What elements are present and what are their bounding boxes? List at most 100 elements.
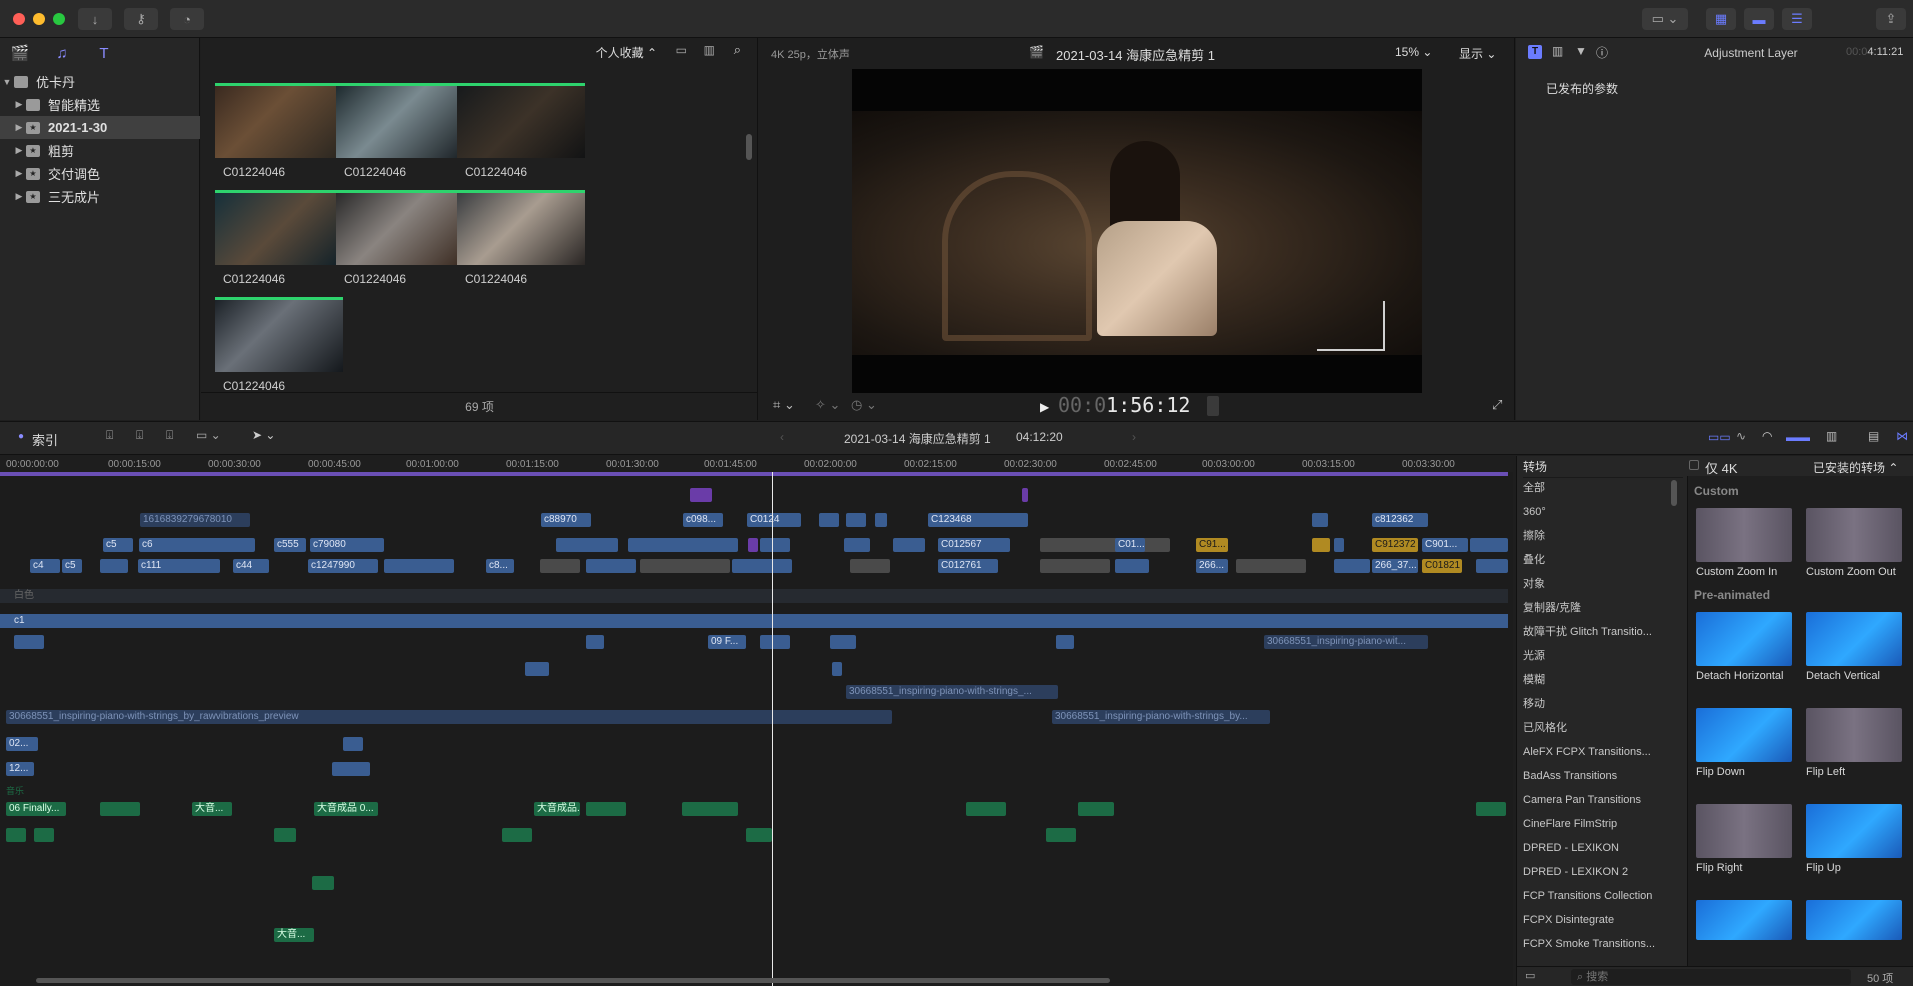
filter-inspector-icon[interactable]: ▼: [1575, 44, 1587, 58]
timeline-clip[interactable]: c1247990: [308, 559, 378, 573]
timeline-clip[interactable]: c8...: [486, 559, 514, 573]
timeline-clip[interactable]: [1312, 513, 1328, 527]
timeline-clip[interactable]: 30668551_inspiring-piano-wit...: [1264, 635, 1428, 649]
timeline-clip[interactable]: [832, 662, 842, 676]
sidebar-item-smart[interactable]: ▶ 智能精选: [0, 93, 200, 116]
overwrite-menu-icon[interactable]: ▭ ⌄: [196, 428, 221, 442]
insert-clip-icon[interactable]: ⍗: [136, 428, 143, 443]
timeline-clip[interactable]: [846, 513, 866, 527]
timeline-clip[interactable]: [1040, 538, 1170, 552]
audio-clip[interactable]: 大音成品...: [534, 802, 580, 816]
sidebar-item-grading[interactable]: ▶ ★ 交付调色: [0, 162, 200, 185]
timeline-clip[interactable]: C91...: [1196, 538, 1228, 552]
category-item[interactable]: FCP Transitions Collection: [1523, 884, 1683, 908]
category-item[interactable]: 复制器/克隆: [1523, 596, 1683, 620]
next-project-icon[interactable]: ›: [1132, 430, 1136, 444]
audio-clip[interactable]: [1046, 828, 1076, 842]
category-item[interactable]: 360°: [1523, 500, 1683, 524]
index-button[interactable]: 索引: [32, 430, 58, 449]
timeline-clip[interactable]: c812362: [1372, 513, 1428, 527]
browser-scrollbar[interactable]: [746, 134, 752, 160]
marker-clip[interactable]: [690, 488, 712, 502]
timeline-clip[interactable]: [1476, 559, 1508, 573]
only-4k-checkbox[interactable]: [1689, 460, 1699, 470]
category-item[interactable]: CineFlare FilmStrip: [1523, 812, 1683, 836]
audio-clip[interactable]: [746, 828, 772, 842]
fullscreen-button[interactable]: ⤢: [1492, 397, 1502, 413]
audio-clip[interactable]: 06 Finally...: [6, 802, 66, 816]
timeline-clip[interactable]: C012567: [938, 538, 1010, 552]
timeline-clip[interactable]: [586, 635, 604, 649]
timeline-clip[interactable]: [760, 635, 790, 649]
clip-thumbnail[interactable]: [336, 190, 464, 265]
connect-clip-icon[interactable]: ⍗: [106, 428, 113, 443]
audio-clip[interactable]: [274, 828, 296, 842]
show-browser-button[interactable]: ▦: [1706, 8, 1736, 30]
snapping-icon[interactable]: ▬▬: [1786, 430, 1810, 444]
transition-tile[interactable]: [1696, 612, 1792, 666]
audio-clip[interactable]: [502, 828, 532, 842]
transition-tile[interactable]: [1806, 900, 1902, 940]
transition-tile[interactable]: [1696, 900, 1792, 940]
filmstrip-icon[interactable]: ▥: [704, 43, 715, 57]
timeline-clip[interactable]: [332, 762, 370, 776]
timeline-clip[interactable]: 266_37...: [1372, 559, 1418, 573]
speed-menu[interactable]: ◷ ⌄: [851, 397, 877, 413]
disclosure-icon[interactable]: ▶: [12, 122, 26, 133]
headphones-icon[interactable]: ◠: [1762, 429, 1772, 443]
clip-thumbnail[interactable]: [215, 297, 343, 372]
music-clip[interactable]: 30668551_inspiring-piano-with-strings_..…: [846, 685, 1058, 699]
close-button[interactable]: [13, 13, 25, 25]
timeline-clip[interactable]: 02...: [6, 737, 38, 751]
music-clip[interactable]: 30668551_inspiring-piano-with-strings_by…: [1052, 710, 1270, 724]
timeline-clip[interactable]: [384, 559, 454, 573]
timeline-clip[interactable]: [830, 635, 856, 649]
timeline-clip[interactable]: c44: [233, 559, 269, 573]
timeline-clip[interactable]: C123468: [928, 513, 1028, 527]
transition-tile[interactable]: [1806, 804, 1902, 858]
clip-thumbnail[interactable]: [457, 190, 585, 265]
timeline-clip[interactable]: 12...: [6, 762, 34, 776]
timeline-clip[interactable]: [844, 538, 870, 552]
sidebar-item-event-2021-1-30[interactable]: ▶ ★ 2021-1-30: [0, 116, 200, 139]
audio-clip[interactable]: 大音...: [192, 802, 232, 816]
show-timeline-button[interactable]: ▬: [1744, 8, 1774, 30]
timeline-clip[interactable]: [14, 635, 44, 649]
timeline-clip[interactable]: c555: [274, 538, 306, 552]
audio-clip[interactable]: [682, 802, 738, 816]
sidebar-item-rough[interactable]: ▶ ★ 粗剪: [0, 139, 200, 162]
timeline-clip[interactable]: [850, 559, 890, 573]
audio-clip[interactable]: 大音...: [274, 928, 314, 942]
primary-storyline[interactable]: c1: [0, 614, 1508, 628]
audio-clip[interactable]: [586, 802, 626, 816]
timecode-display[interactable]: 00:01:56:12: [1058, 393, 1190, 417]
audio-meter-icon[interactable]: [1207, 396, 1219, 416]
disclosure-icon[interactable]: ▶: [12, 191, 26, 202]
timeline-clip[interactable]: C01...: [1115, 538, 1145, 552]
clip-thumbnail[interactable]: [457, 83, 585, 158]
timeline-clip[interactable]: c098...: [683, 513, 723, 527]
timeline-ruler[interactable]: 00:00:00:00 00:00:15:00 00:00:30:00 00:0…: [0, 456, 1513, 472]
timeline-clip[interactable]: [1312, 538, 1330, 552]
play-button[interactable]: ▶: [1040, 400, 1049, 414]
timeline-clip[interactable]: C912372: [1372, 538, 1418, 552]
timeline-clip[interactable]: c4: [30, 559, 60, 573]
timeline-clip[interactable]: 266...: [1196, 559, 1228, 573]
category-item[interactable]: 故障干扰 Glitch Transitio...: [1523, 620, 1683, 644]
minimize-button[interactable]: [33, 13, 45, 25]
clip-thumbnail[interactable]: [215, 190, 343, 265]
category-item[interactable]: FCPX Disintegrate: [1523, 908, 1683, 932]
installed-dropdown[interactable]: 已安装的转场 ⌃: [1813, 459, 1898, 476]
timeline-clip[interactable]: 1616839279678010: [140, 513, 250, 527]
audio-clip[interactable]: [100, 802, 140, 816]
timeline-clip[interactable]: [100, 559, 128, 573]
transition-tile[interactable]: [1696, 708, 1792, 762]
playhead[interactable]: [772, 472, 773, 986]
timeline-clip[interactable]: [819, 513, 839, 527]
timeline-clip[interactable]: c6: [139, 538, 255, 552]
search-input[interactable]: ⌕ 搜索: [1571, 969, 1851, 985]
transition-tile[interactable]: [1806, 612, 1902, 666]
music-clip[interactable]: 30668551_inspiring-piano-with-strings_by…: [6, 710, 892, 724]
generator-track[interactable]: 白色: [0, 589, 1508, 603]
timeline-clip[interactable]: [556, 538, 618, 552]
